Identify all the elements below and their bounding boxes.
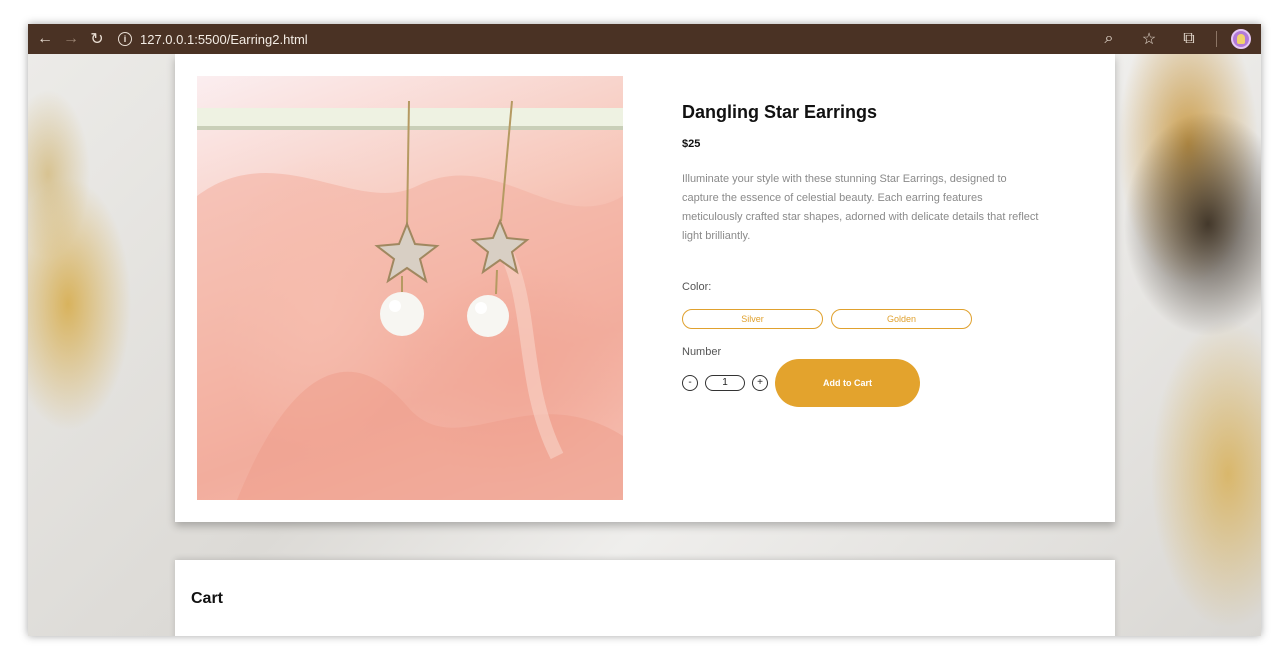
quantity-input[interactable]: 1	[705, 375, 745, 391]
number-label: Number	[682, 346, 722, 358]
browser-window: ← → ↻ i 127.0.0.1:5500/Earring2.html ⌕ ☆…	[28, 24, 1261, 636]
decrement-button[interactable]: -	[682, 375, 698, 391]
zoom-icon[interactable]: ⌕	[1096, 26, 1122, 52]
earrings-photo	[197, 100, 623, 500]
bookmark-star-icon[interactable]: ☆	[1136, 26, 1162, 52]
toolbar-actions: ⌕ ☆ ⧉	[1096, 24, 1251, 54]
profile-avatar[interactable]	[1231, 29, 1251, 49]
reload-icon[interactable]: ↻	[84, 26, 110, 52]
product-description: Illuminate your style with these stunnin…	[682, 173, 1039, 242]
avatar-icon	[1237, 34, 1245, 44]
color-label: Color:	[682, 281, 712, 293]
product-image	[197, 76, 623, 500]
product-price: $25	[682, 138, 701, 150]
browser-toolbar: ← → ↻ i 127.0.0.1:5500/Earring2.html ⌕ ☆…	[28, 24, 1261, 54]
address-bar[interactable]: i 127.0.0.1:5500/Earring2.html	[118, 28, 308, 50]
color-option-golden[interactable]: Golden	[831, 309, 972, 329]
cart-title: Cart	[191, 590, 224, 607]
url-text[interactable]: 127.0.0.1:5500/Earring2.html	[140, 32, 308, 47]
back-icon[interactable]: ←	[32, 26, 58, 52]
product-card: Dangling Star Earrings $25 Illuminate yo…	[175, 54, 1115, 522]
color-options: Silver Golden	[682, 309, 972, 329]
increment-button[interactable]: +	[752, 375, 768, 391]
cart-section: Cart	[175, 560, 1115, 636]
page-viewport: Dangling Star Earrings $25 Illuminate yo…	[28, 54, 1261, 636]
forward-icon[interactable]: →	[58, 26, 84, 52]
add-to-cart-button[interactable]: Add to Cart	[775, 359, 920, 407]
product-title: Dangling Star Earrings	[682, 102, 878, 122]
quantity-stepper: - 1 + Add to Cart	[682, 359, 920, 407]
toolbar-divider	[1216, 31, 1217, 47]
color-option-silver[interactable]: Silver	[682, 309, 823, 329]
site-info-icon[interactable]: i	[118, 32, 132, 46]
extensions-icon[interactable]: ⧉	[1176, 26, 1202, 52]
